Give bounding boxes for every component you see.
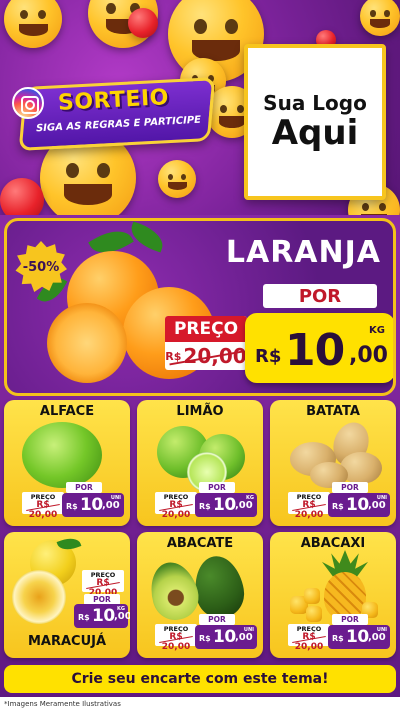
old-price-box: PREÇO R$ 20,00 xyxy=(155,492,197,520)
old-currency: R$ xyxy=(165,349,182,363)
price-integer: 10 xyxy=(213,627,236,647)
price-decimal: ,00 xyxy=(102,500,120,511)
price-currency: R$ xyxy=(199,502,211,511)
hero-product-card[interactable]: LARANJA -50% POR PREÇO R$ 20,00 R$ 10 ,0… xyxy=(4,218,396,396)
product-name: MARACUJÁ xyxy=(27,634,107,649)
product-name: ABACATE xyxy=(166,536,234,551)
price-tag: R$ 10 ,00 UNI xyxy=(62,493,124,517)
pineapple-chunk-image xyxy=(304,588,320,604)
por-label: POR xyxy=(263,284,377,308)
product-name: ALFACE xyxy=(39,404,95,419)
product-card-abacate[interactable]: ABACATE PREÇO R$ 20,00 POR R$ 10 ,00 UNI xyxy=(137,532,263,658)
price-unit: KG xyxy=(369,325,385,336)
orange-half-image xyxy=(47,303,127,383)
old-price-box: PREÇO R$ 20,00 xyxy=(22,492,64,520)
old-price-box: PREÇO R$ 20,00 xyxy=(82,570,124,598)
price-unit: UNI xyxy=(110,495,121,501)
price-tag: R$ 10 ,00 UNI xyxy=(195,625,257,649)
old-price-box: PREÇO R$ 20,00 xyxy=(165,316,247,370)
old-price-box: PREÇO R$ 20,00 xyxy=(155,624,197,652)
product-grid: ALFACE PREÇO R$ 20,00 POR R$ 10 ,00 UNI … xyxy=(4,400,396,662)
price-tag: R$ 10 ,00 UNI xyxy=(328,493,390,517)
avocado-image xyxy=(189,552,249,622)
product-name: LIMÃO xyxy=(176,404,224,419)
price-currency: R$ xyxy=(255,346,282,367)
product-card-batata[interactable]: BATATA PREÇO R$ 20,00 POR R$ 10 ,00 UNI xyxy=(270,400,396,526)
price-currency: R$ xyxy=(332,502,344,511)
emoji-icon xyxy=(4,0,62,48)
por-label: POR xyxy=(199,482,235,493)
old-price-box: PREÇO R$ 20,00 xyxy=(288,624,330,652)
leaf-icon xyxy=(126,221,168,253)
old-price-box: PREÇO R$ 20,00 xyxy=(288,492,330,520)
pineapple-image xyxy=(324,572,366,620)
price-tag: R$ 10 ,00 KG xyxy=(74,604,130,628)
price-unit: UNI xyxy=(376,495,387,501)
price-currency: R$ xyxy=(66,502,78,511)
header-banner: SORTEIO SIGA AS REGRAS E PARTICIPE Sua L… xyxy=(0,0,400,215)
por-label: POR xyxy=(332,482,368,493)
price-currency: R$ xyxy=(199,634,211,643)
price-integer: 10 xyxy=(92,606,115,626)
product-name: ABACAXI xyxy=(300,536,366,551)
price-unit: KG xyxy=(117,606,125,612)
price-decimal: ,00 xyxy=(114,611,130,622)
avocado-half-image xyxy=(144,557,204,625)
discount-text: -50% xyxy=(22,259,60,275)
product-card-abacaxi[interactable]: ABACAXI PREÇO R$ 20,00 POR R$ 10 ,00 UNI xyxy=(270,532,396,658)
footnote: *Imagens Meramente Ilustrativas xyxy=(0,697,400,712)
cta-button[interactable]: Crie seu encarte com este tema! xyxy=(4,665,396,693)
emoji-icon xyxy=(158,160,196,198)
product-card-maracuja[interactable]: PREÇO R$ 20,00 POR R$ 10 ,00 KG MARACUJÁ xyxy=(4,532,130,658)
price-decimal: ,00 xyxy=(368,632,386,643)
por-label: POR xyxy=(66,482,102,493)
heart-balloon-icon xyxy=(128,8,158,38)
price-integer: 10 xyxy=(346,627,369,647)
price-currency: R$ xyxy=(332,634,344,643)
price-decimal: ,00 xyxy=(235,500,253,511)
price-integer: 10 xyxy=(285,325,345,376)
por-label: POR xyxy=(199,614,235,625)
product-card-alface[interactable]: ALFACE PREÇO R$ 20,00 POR R$ 10 ,00 UNI xyxy=(4,400,130,526)
price-integer: 10 xyxy=(213,495,236,515)
por-label: POR xyxy=(332,614,368,625)
price-decimal: ,00 xyxy=(349,343,388,368)
price-integer: 10 xyxy=(80,495,103,515)
preco-label: PREÇO xyxy=(165,316,247,342)
price-tag: R$ 10 ,00 KG xyxy=(245,313,393,383)
instagram-icon xyxy=(12,87,44,119)
logo-line1: Sua Logo xyxy=(263,91,367,116)
price-tag: R$ 10 ,00 KG xyxy=(195,493,257,517)
logo-line2: Aqui xyxy=(271,113,359,154)
heart-balloon-icon xyxy=(0,178,44,215)
price-unit: KG xyxy=(246,495,254,501)
price-decimal: ,00 xyxy=(368,500,386,511)
flyer-page: SORTEIO SIGA AS REGRAS E PARTICIPE Sua L… xyxy=(0,0,400,712)
price-tag: R$ 10 ,00 UNI xyxy=(328,625,390,649)
pineapple-chunk-image xyxy=(306,606,322,622)
product-card-limao[interactable]: LIMÃO PREÇO R$ 20,00 POR R$ 10 ,00 KG xyxy=(137,400,263,526)
hero-product-name: LARANJA xyxy=(225,235,381,270)
price-unit: UNI xyxy=(376,627,387,633)
price-decimal: ,00 xyxy=(235,632,253,643)
passion-fruit-half-image xyxy=(12,570,66,624)
lettuce-image xyxy=(22,422,102,488)
logo-placeholder[interactable]: Sua Logo Aqui xyxy=(244,44,386,200)
product-name: BATATA xyxy=(306,404,360,419)
price-integer: 10 xyxy=(346,495,369,515)
price-currency: R$ xyxy=(78,613,90,622)
price-unit: UNI xyxy=(243,627,254,633)
emoji-icon xyxy=(360,0,400,36)
